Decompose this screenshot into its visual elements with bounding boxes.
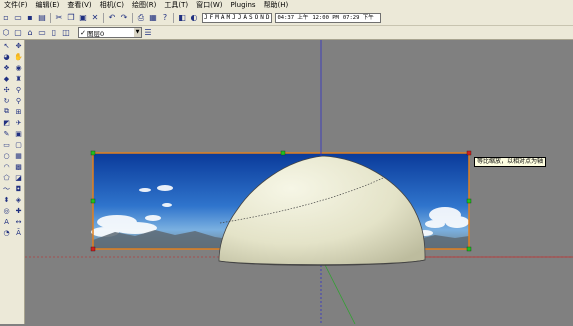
follow-me-icon[interactable]: ↻ (1, 95, 12, 106)
arc-icon[interactable]: ◠ (1, 161, 12, 172)
textured-icon[interactable]: ◪ (13, 172, 24, 183)
delete-icon[interactable]: ✕ (90, 13, 100, 23)
left-view-icon[interactable]: ◫ (61, 28, 71, 38)
paint-bucket-icon[interactable]: ◕ (1, 51, 12, 62)
position-camera-icon[interactable]: ✈ (13, 117, 24, 128)
menu-camera[interactable]: 相机(C) (96, 0, 128, 11)
pencil-icon[interactable]: ✎ (1, 128, 12, 139)
rectangle-icon[interactable]: ▭ (1, 139, 12, 150)
hidden-line-icon[interactable]: ▦ (13, 150, 24, 161)
front-view-icon[interactable]: ⌂ (25, 28, 35, 38)
undo-icon[interactable]: ↶ (107, 13, 117, 23)
standard-toolbar: ▫ ▭ ▪ ▤ ✂ ❐ ▣ ✕ ↶ ↷ ⎙ ▦ ? ◧ ◐ J F M A M … (0, 11, 573, 26)
scale-tooltip: 等比缩放，以相对点为轴 (474, 157, 547, 167)
sunrise-time: 04:37 上午 (277, 15, 309, 21)
axes-icon[interactable]: ✚ (13, 205, 24, 216)
iso-view-icon[interactable]: ⬡ (1, 28, 11, 38)
layer-dropdown[interactable]: ✓ 图层0 ▼ (78, 27, 142, 38)
menu-help[interactable]: 帮助(H) (260, 0, 293, 11)
scale-handle[interactable] (466, 246, 472, 252)
scale-handle[interactable] (90, 150, 96, 156)
open-icon[interactable]: ▭ (13, 13, 23, 23)
views-toolbar: ⬡ ▢ ⌂ ▭ ▯ ◫ ✓ 图层0 ▼ ☰ (0, 26, 573, 40)
layer-name: 图层0 (87, 29, 105, 38)
menu-plugins[interactable]: Plugins (226, 0, 259, 11)
zoom-icon[interactable]: ⚲ (13, 84, 24, 95)
print2-icon[interactable]: ⎙ (136, 13, 146, 23)
print-icon[interactable]: ▤ (37, 13, 47, 23)
model-info-icon[interactable]: ▦ (148, 13, 158, 23)
pan-hand-icon[interactable]: ✋ (13, 51, 24, 62)
viewport-canvas[interactable] (25, 40, 573, 325)
scale-handle[interactable] (90, 246, 96, 252)
pushpull-icon[interactable]: ⬍ (1, 194, 12, 205)
new-file-icon[interactable]: ▫ (1, 13, 11, 23)
chevron-down-icon[interactable]: ▼ (134, 28, 141, 37)
orbit-icon[interactable]: ◉ (13, 62, 24, 73)
menu-draw[interactable]: 绘图(R) (128, 0, 160, 11)
month-label: D (265, 14, 270, 21)
tape-measure-icon[interactable]: ◩ (1, 117, 12, 128)
rotate-icon[interactable]: ✣ (1, 84, 12, 95)
xray-icon[interactable]: ▣ (13, 128, 24, 139)
layer-manager-icon[interactable]: ☰ (143, 28, 153, 38)
left-toolbar: ↖ ✥ ◕ ✋ ❖ ◉ ◆ ♜ ✣ ⚲ ↻ ⚲ ⧉ ⊞ ◩ ✈ ✎ ▣ ▭ ▢ … (0, 40, 25, 324)
menu-tools[interactable]: 工具(T) (160, 0, 192, 11)
toolbar-divider (173, 13, 174, 23)
scale-icon[interactable]: ⧉ (1, 106, 12, 117)
wireframe-icon[interactable]: ▢ (13, 139, 24, 150)
scale-handle[interactable] (466, 198, 472, 204)
eraser-icon[interactable]: ◆ (1, 73, 12, 84)
3d-text-icon[interactable]: Ā (13, 227, 24, 238)
layer-check-icon: ✓ (80, 28, 86, 37)
toolbar-divider (50, 13, 51, 23)
dimension-icon[interactable]: ↔ (13, 216, 24, 227)
menu-window[interactable]: 窗口(W) (192, 0, 226, 11)
back-view-icon[interactable]: ▯ (49, 28, 59, 38)
select-arrow-icon[interactable]: ↖ (1, 40, 12, 51)
menu-view[interactable]: 查看(V) (63, 0, 95, 11)
top-view-icon[interactable]: ▢ (13, 28, 23, 38)
noon-time: 12:00 PM (312, 15, 339, 21)
component-icon[interactable]: ❖ (1, 62, 12, 73)
right-view-icon[interactable]: ▭ (37, 28, 47, 38)
freehand-icon[interactable]: 〜 (1, 183, 12, 194)
text-icon[interactable]: A (1, 216, 12, 227)
copy-icon[interactable]: ❐ (66, 13, 76, 23)
polygon-icon[interactable]: ⬠ (1, 172, 12, 183)
scale-handle[interactable] (280, 150, 286, 156)
scale-handle[interactable] (90, 198, 96, 204)
save-icon[interactable]: ▪ (25, 13, 35, 23)
walk-icon[interactable]: ♜ (13, 73, 24, 84)
scale-handle-active[interactable] (466, 150, 472, 156)
protractor-icon[interactable]: ◔ (1, 227, 12, 238)
menu-edit[interactable]: 编辑(E) (32, 0, 64, 11)
cut-icon[interactable]: ✂ (54, 13, 64, 23)
redo-icon[interactable]: ↷ (119, 13, 129, 23)
paste-icon[interactable]: ▣ (78, 13, 88, 23)
menu-file[interactable]: 文件(F) (0, 0, 32, 11)
shadow-settings-icon[interactable]: ◧ (177, 13, 187, 23)
zoom-window-icon[interactable]: ⚲ (13, 95, 24, 106)
sunset-time: 07:29 下午 (342, 15, 374, 21)
offset-icon[interactable]: ◎ (1, 205, 12, 216)
toolbar-divider (132, 13, 133, 23)
shaded-icon[interactable]: ▩ (13, 161, 24, 172)
zoom-extents-icon[interactable]: ⊞ (13, 106, 24, 117)
monochrome-icon[interactable]: ◘ (13, 183, 24, 194)
help-icon[interactable]: ? (160, 13, 170, 23)
move-icon[interactable]: ✥ (13, 40, 24, 51)
toolbar-divider (103, 13, 104, 23)
3d-viewport[interactable] (25, 40, 573, 325)
circle-icon[interactable]: ○ (1, 150, 12, 161)
section-icon[interactable]: ◈ (13, 194, 24, 205)
shadow-toggle-icon[interactable]: ◐ (189, 13, 199, 23)
shadow-month-slider[interactable]: J F M A M J J A S O N D (202, 13, 272, 23)
shadow-time-slider[interactable]: 04:37 上午 12:00 PM 07:29 下午 (274, 13, 381, 23)
